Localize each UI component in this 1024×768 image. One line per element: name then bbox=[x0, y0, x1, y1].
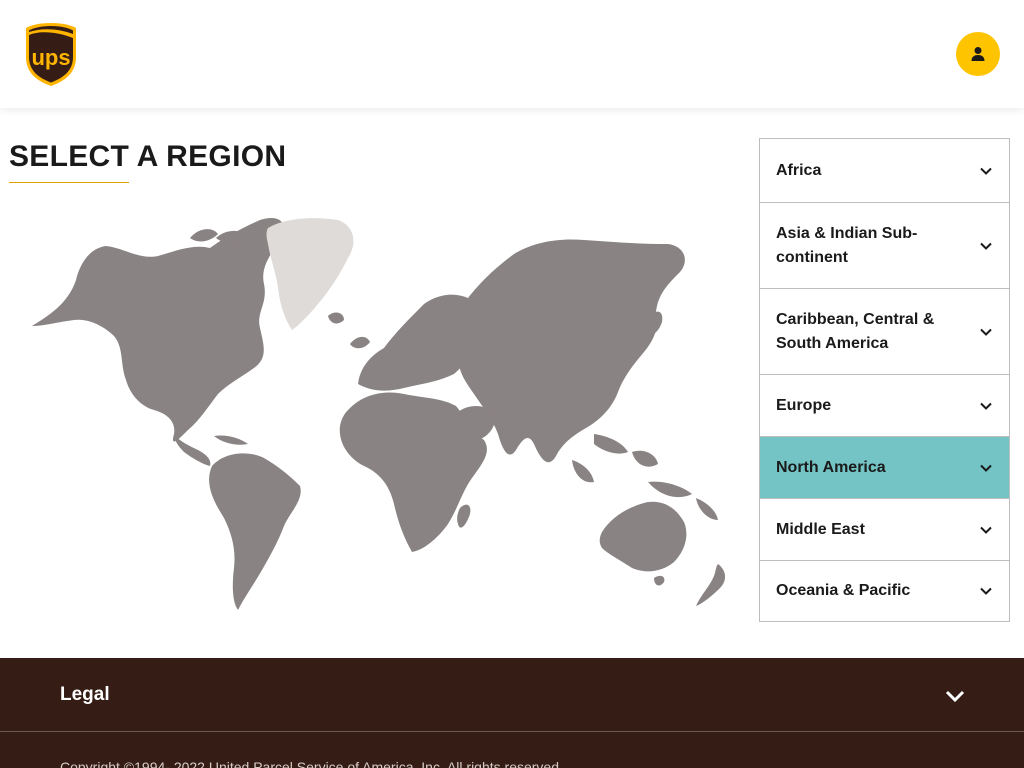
map-south-america[interactable] bbox=[209, 453, 301, 610]
region-item-caribbean[interactable]: Caribbean, Central & South America bbox=[760, 288, 1009, 374]
chevron-down-icon bbox=[980, 167, 992, 175]
page-title: SELECT A REGION bbox=[9, 140, 287, 173]
chevron-down-icon bbox=[980, 328, 992, 336]
map-australia[interactable] bbox=[599, 501, 687, 572]
region-label: Europe bbox=[776, 396, 832, 414]
region-item-oceania[interactable]: Oceania & Pacific bbox=[760, 560, 1009, 621]
region-label: North America bbox=[776, 458, 886, 476]
map-asia[interactable] bbox=[458, 239, 685, 463]
region-item-north-america[interactable]: North America bbox=[760, 436, 1009, 498]
map-greenland[interactable] bbox=[266, 218, 354, 330]
profile-button[interactable] bbox=[956, 32, 1000, 76]
chevron-down-icon bbox=[980, 402, 992, 410]
site-header: ups bbox=[0, 0, 1024, 108]
region-list: Africa Asia & Indian Sub-continent Carib… bbox=[759, 138, 1010, 622]
user-icon bbox=[971, 47, 985, 61]
chevron-down-icon bbox=[980, 242, 992, 250]
region-item-middle-east[interactable]: Middle East bbox=[760, 498, 1009, 560]
chevron-down-icon bbox=[980, 526, 992, 534]
title-underline bbox=[9, 182, 129, 183]
legal-accordion[interactable]: Legal bbox=[0, 658, 1024, 732]
ups-logo[interactable]: ups bbox=[23, 21, 79, 87]
region-item-asia[interactable]: Asia & Indian Sub-continent bbox=[760, 202, 1009, 288]
region-label: Africa bbox=[776, 161, 822, 179]
chevron-down-icon bbox=[980, 464, 992, 472]
map-central-america[interactable] bbox=[174, 434, 211, 466]
region-label: Asia & Indian Sub-continent bbox=[776, 224, 918, 266]
region-label: Caribbean, Central & South America bbox=[776, 310, 935, 352]
copyright-text: Copyright ©1994- 2022 United Parcel Serv… bbox=[60, 759, 563, 768]
svg-text:ups: ups bbox=[31, 45, 70, 70]
region-label: Oceania & Pacific bbox=[776, 582, 911, 599]
region-item-africa[interactable]: Africa bbox=[760, 139, 1009, 202]
region-item-europe[interactable]: Europe bbox=[760, 374, 1009, 436]
legal-label: Legal bbox=[60, 684, 110, 705]
region-label: Middle East bbox=[776, 520, 865, 538]
site-footer: Legal Copyright ©1994- 2022 United Parce… bbox=[0, 658, 1024, 768]
world-map[interactable] bbox=[28, 208, 748, 618]
chevron-down-icon bbox=[980, 587, 992, 595]
chevron-down-icon bbox=[945, 690, 965, 703]
